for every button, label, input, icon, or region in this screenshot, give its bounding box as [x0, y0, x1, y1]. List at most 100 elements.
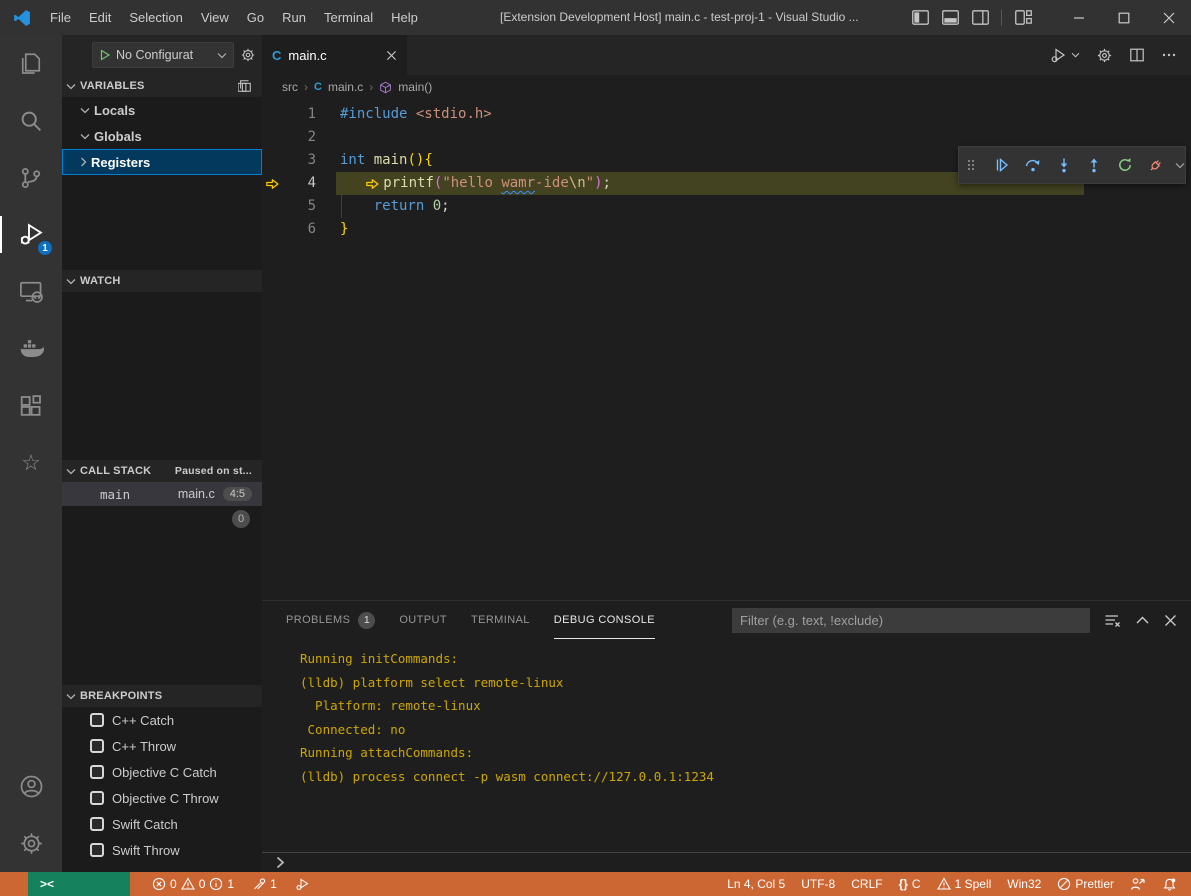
- restart-button[interactable]: [1113, 150, 1137, 180]
- menu-edit[interactable]: Edit: [80, 0, 120, 35]
- copy-value-icon[interactable]: [238, 79, 252, 93]
- activitybar-explorer[interactable]: [0, 35, 62, 92]
- close-window-button[interactable]: [1146, 0, 1191, 35]
- menu-go[interactable]: Go: [238, 0, 273, 35]
- more-actions-icon[interactable]: [1161, 47, 1177, 63]
- platform-status[interactable]: Win32: [999, 877, 1049, 891]
- breakpoint-gutter[interactable]: [262, 218, 286, 241]
- run-or-debug-button[interactable]: [1050, 46, 1080, 64]
- maximize-button[interactable]: [1101, 0, 1146, 35]
- step-out-button[interactable]: [1082, 150, 1106, 180]
- split-editor-icon[interactable]: [1129, 47, 1145, 63]
- activitybar-wamr-extension[interactable]: ☆: [0, 434, 62, 491]
- disconnect-button[interactable]: [1144, 150, 1168, 180]
- clear-console-icon[interactable]: [1104, 613, 1121, 628]
- panel-tab-debug-console[interactable]: DEBUG CONSOLE: [554, 601, 655, 639]
- breakpoint-checkbox[interactable]: [90, 843, 104, 857]
- step-into-button[interactable]: [1052, 150, 1076, 180]
- activitybar-docker[interactable]: [0, 320, 62, 377]
- editor-settings-gear-icon[interactable]: [1096, 47, 1113, 64]
- breakpoint-item[interactable]: Objective C Catch: [62, 759, 262, 785]
- panel-tab-problems[interactable]: PROBLEMS1: [286, 601, 375, 639]
- breadcrumb-file[interactable]: main.c: [328, 80, 363, 94]
- breakpoint-item[interactable]: Objective C Throw: [62, 785, 262, 811]
- breakpoint-checkbox[interactable]: [90, 739, 104, 753]
- activitybar-source-control[interactable]: [0, 149, 62, 206]
- c-file-icon: C: [314, 81, 322, 93]
- call-stack-section-header[interactable]: CALL STACK Paused on st...: [62, 460, 262, 482]
- debug-dropdown-chevron-icon[interactable]: [1175, 162, 1185, 169]
- step-over-button[interactable]: [1021, 150, 1045, 180]
- tab-main-c[interactable]: C main.c: [262, 35, 407, 75]
- breakpoint-item[interactable]: Swift Catch: [62, 811, 262, 837]
- menu-file[interactable]: File: [41, 0, 80, 35]
- toolchain-status[interactable]: 1: [244, 877, 285, 891]
- toolbar-grip-icon[interactable]: [959, 150, 983, 180]
- code-editor[interactable]: 1#include <stdio.h>23int main(){4 printf…: [262, 99, 1191, 600]
- remote-indicator[interactable]: ><: [28, 872, 130, 896]
- close-panel-icon[interactable]: [1164, 614, 1177, 627]
- activitybar-settings[interactable]: [0, 815, 62, 872]
- watch-section-header[interactable]: WATCH: [62, 270, 262, 292]
- stack-frame-row[interactable]: main main.c 4:5: [62, 482, 262, 506]
- notifications-status[interactable]: [1154, 877, 1185, 892]
- breadcrumb-symbol[interactable]: main(): [398, 80, 432, 94]
- panel-tab-label: PROBLEMS: [286, 614, 350, 626]
- menu-selection[interactable]: Selection: [120, 0, 191, 35]
- activitybar-accounts[interactable]: [0, 758, 62, 815]
- formatter-status[interactable]: Prettier: [1049, 877, 1122, 891]
- variables-scope-registers[interactable]: Registers: [62, 149, 262, 175]
- console-filter-input[interactable]: [732, 608, 1090, 633]
- debug-console-output[interactable]: Running initCommands:(lldb) platform sel…: [262, 639, 1191, 852]
- breadcrumb-folder[interactable]: src: [282, 80, 298, 94]
- panel-tab-output[interactable]: OUTPUT: [399, 601, 447, 639]
- debug-current-line-arrow-icon[interactable]: [262, 172, 286, 195]
- breakpoint-checkbox[interactable]: [90, 765, 104, 779]
- maximize-panel-chevron-icon[interactable]: [1136, 616, 1149, 624]
- toggle-secondary-sidebar-icon[interactable]: [965, 0, 995, 35]
- breakpoint-checkbox[interactable]: [90, 817, 104, 831]
- variables-scope-globals[interactable]: Globals: [62, 123, 262, 149]
- continue-button[interactable]: [990, 150, 1014, 180]
- problems-status[interactable]: 0 0 1: [144, 877, 242, 891]
- customize-layout-icon[interactable]: [1008, 0, 1038, 35]
- code-line[interactable]: 5 return 0;: [262, 195, 1191, 218]
- menu-help[interactable]: Help: [382, 0, 427, 35]
- encoding-status[interactable]: UTF-8: [793, 877, 843, 891]
- launch-configuration-dropdown[interactable]: No Configurat: [92, 42, 234, 68]
- code-line[interactable]: 1#include <stdio.h>: [262, 103, 1191, 126]
- menu-view[interactable]: View: [192, 0, 238, 35]
- activitybar-remote-explorer[interactable]: [0, 263, 62, 320]
- menu-terminal[interactable]: Terminal: [315, 0, 382, 35]
- eol-status[interactable]: CRLF: [843, 877, 890, 891]
- activitybar-extensions[interactable]: [0, 377, 62, 434]
- debug-status[interactable]: [287, 877, 318, 892]
- panel-tab-terminal[interactable]: TERMINAL: [471, 601, 530, 639]
- breakpoint-checkbox[interactable]: [90, 713, 104, 727]
- toggle-panel-icon[interactable]: [935, 0, 965, 35]
- breakpoint-item[interactable]: C++ Catch: [62, 707, 262, 733]
- close-tab-icon[interactable]: [386, 50, 397, 61]
- activitybar-run-and-debug[interactable]: 1: [0, 206, 62, 263]
- code-line[interactable]: 6}: [262, 218, 1191, 241]
- language-mode-status[interactable]: {} C: [891, 877, 929, 891]
- breakpoint-item[interactable]: Swift Throw: [62, 837, 262, 863]
- breakpoint-checkbox[interactable]: [90, 791, 104, 805]
- open-launch-json-gear-icon[interactable]: [240, 47, 256, 63]
- breakpoint-gutter[interactable]: [262, 195, 286, 218]
- breakpoint-gutter[interactable]: [262, 103, 286, 126]
- breakpoints-section-header[interactable]: BREAKPOINTS: [62, 685, 262, 707]
- spell-checker-status[interactable]: 1 Spell: [929, 877, 1000, 891]
- toggle-sidebar-icon[interactable]: [905, 0, 935, 35]
- activitybar-search[interactable]: [0, 92, 62, 149]
- console-input-row[interactable]: [262, 852, 1191, 872]
- variables-scope-locals[interactable]: Locals: [62, 97, 262, 123]
- menu-run[interactable]: Run: [273, 0, 315, 35]
- breakpoint-gutter[interactable]: [262, 126, 286, 149]
- feedback-status[interactable]: [1122, 877, 1154, 891]
- variables-section-header[interactable]: VARIABLES: [62, 75, 262, 97]
- minimize-button[interactable]: [1056, 0, 1101, 35]
- breakpoint-gutter[interactable]: [262, 149, 286, 172]
- breakpoint-item[interactable]: C++ Throw: [62, 733, 262, 759]
- cursor-position[interactable]: Ln 4, Col 5: [719, 877, 793, 891]
